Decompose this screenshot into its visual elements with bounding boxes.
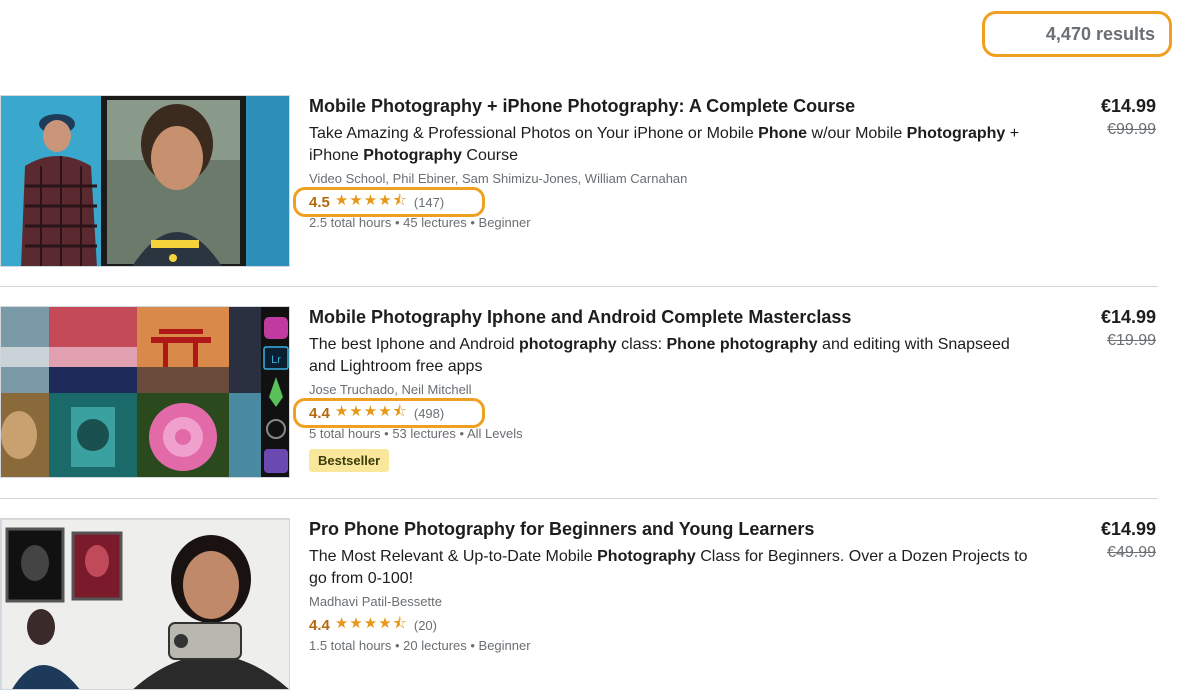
course-thumbnail[interactable] — [0, 518, 290, 690]
course-headline: The best Iphone and Android photography … — [309, 334, 1029, 378]
rating-highlight-ring — [293, 398, 485, 428]
results-count: 4,470 results — [982, 11, 1172, 57]
headline-text: The Most Relevant & Up-to-Date Mobile — [309, 548, 598, 565]
headline-keyword: photography — [518, 336, 617, 353]
rating-highlight-ring — [293, 187, 485, 217]
original-price: €49.99 — [1107, 544, 1156, 561]
original-price: €19.99 — [1107, 332, 1156, 349]
course-instructors: Jose Truchado, Neil Mitchell — [309, 382, 472, 397]
headline-text: w/our Mobile — [807, 125, 907, 142]
divider — [0, 286, 1158, 287]
course-price: €14.99 €19.99 — [1101, 306, 1156, 350]
course-headline: Take Amazing & Professional Photos on Yo… — [309, 123, 1029, 167]
course-title[interactable]: Mobile Photography + iPhone Photography:… — [309, 95, 1029, 117]
headline-keyword: Phone photography — [666, 336, 818, 353]
headline-keyword: Photography — [906, 125, 1006, 142]
current-price: €14.99 — [1100, 519, 1156, 539]
course-thumbnail[interactable]: Lr — [0, 306, 290, 478]
rating-row: 4.5 ★★★★⯪ (147) — [293, 187, 1029, 217]
course-card[interactable]: Pro Phone Photography for Beginners and … — [0, 518, 1158, 694]
divider — [0, 498, 1158, 499]
current-price: €14.99 — [1100, 96, 1156, 116]
course-instructors: Video School, Phil Ebiner, Sam Shimizu-J… — [309, 171, 688, 186]
course-title[interactable]: Mobile Photography Iphone and Android Co… — [309, 306, 1029, 328]
course-thumbnail[interactable] — [0, 95, 290, 267]
original-price: €99.99 — [1107, 121, 1156, 138]
lightroom-icon-label: Lr — [271, 354, 281, 366]
headline-keyword: Photography — [597, 548, 696, 565]
course-info: Pro Phone Photography for Beginners and … — [309, 518, 1029, 653]
course-price: €14.99 €49.99 — [1101, 518, 1156, 562]
headline-text: class: — [616, 336, 667, 353]
rating-row: 4.4 ★★★★⯪ (498) — [293, 398, 1029, 428]
headline-text: Take Amazing & Professional Photos on Yo… — [309, 125, 759, 142]
rating-count: (20) — [413, 617, 437, 633]
thumbnail-image — [1, 96, 289, 266]
course-card[interactable]: Lr Mobile Photography Iphone and Android… — [0, 306, 1158, 498]
star-rating-icon: ★★★★⯪ — [334, 614, 408, 632]
course-info: Mobile Photography + iPhone Photography:… — [293, 95, 1029, 230]
course-headline: The Most Relevant & Up-to-Date Mobile Ph… — [309, 546, 1029, 590]
course-meta: 5 total hours • 53 lectures • All Levels — [309, 426, 523, 441]
headline-keyword: Photography — [363, 147, 462, 164]
rating-row: 4.4 ★★★★⯪ (20) — [309, 614, 1029, 636]
headline-text: The best Iphone and Android — [309, 336, 519, 353]
bestseller-badge: Bestseller — [309, 449, 390, 472]
course-instructors: Madhavi Patil-Bessette — [309, 594, 442, 609]
course-meta: 2.5 total hours • 45 lectures • Beginner — [309, 215, 531, 230]
course-title[interactable]: Pro Phone Photography for Beginners and … — [309, 518, 1029, 540]
headline-keyword: Phone — [758, 125, 808, 142]
thumbnail-image — [1, 519, 289, 689]
headline-text: Course — [461, 147, 518, 164]
rating-value: 4.4 — [309, 616, 330, 634]
current-price: €14.99 — [1100, 307, 1156, 327]
course-card[interactable]: Mobile Photography + iPhone Photography:… — [0, 95, 1158, 285]
thumbnail-image: Lr — [1, 307, 289, 477]
course-info: Mobile Photography Iphone and Android Co… — [293, 306, 1029, 472]
course-meta: 1.5 total hours • 20 lectures • Beginner — [309, 638, 531, 653]
course-price: €14.99 €99.99 — [1101, 95, 1156, 139]
